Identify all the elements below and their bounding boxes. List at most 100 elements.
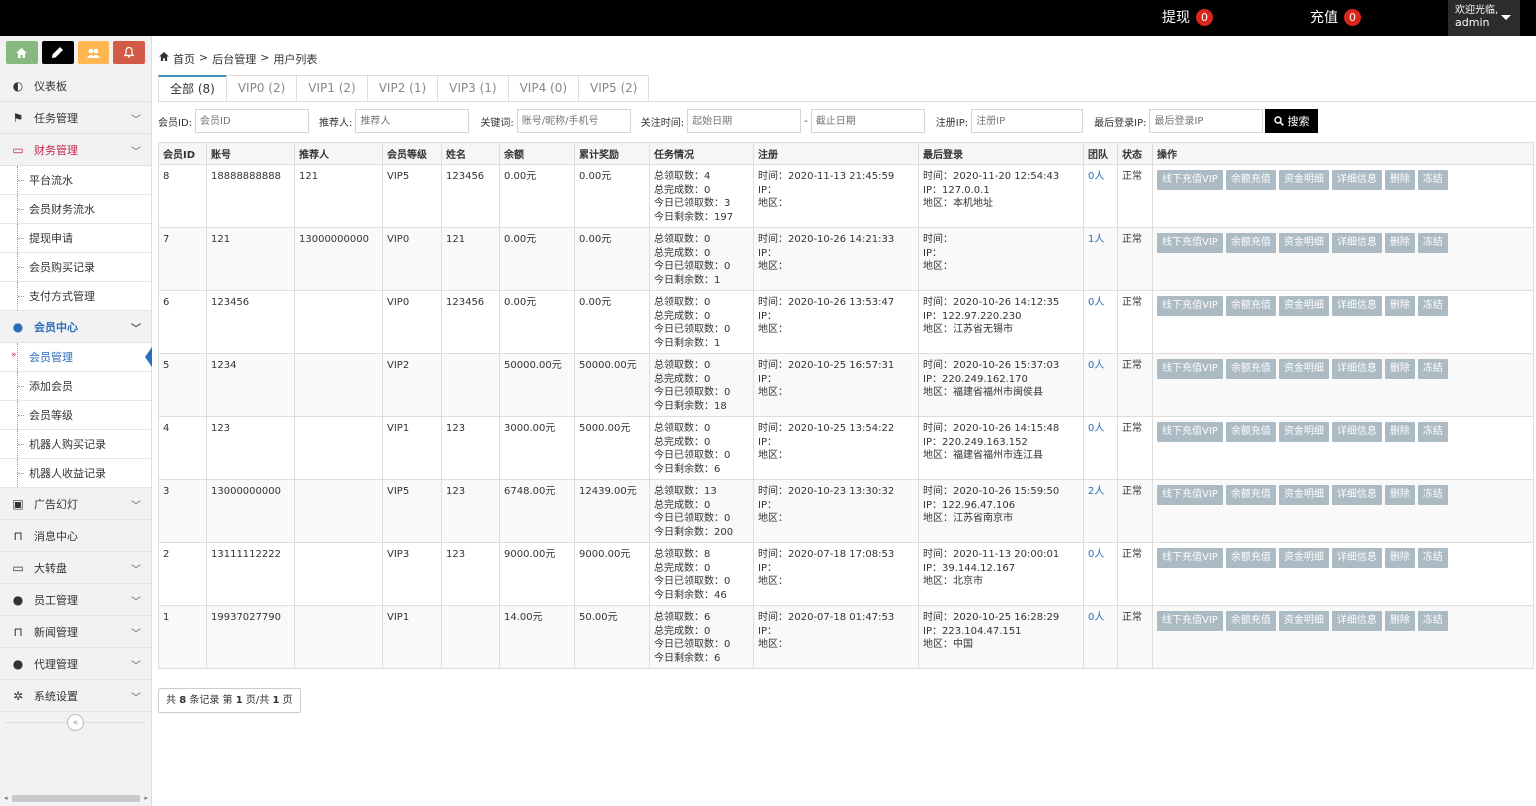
sidebar-item-add-member[interactable]: 添加会员 — [0, 372, 151, 401]
bell-shortcut-button[interactable] — [113, 41, 145, 64]
delete-button[interactable]: 删除 — [1384, 422, 1415, 442]
fund-detail-button[interactable]: 资金明细 — [1278, 170, 1329, 190]
nav-dashboard[interactable]: ◐ 仪表板 — [0, 70, 151, 102]
start-date-input[interactable] — [687, 109, 802, 133]
fund-detail-button[interactable]: 资金明细 — [1278, 611, 1329, 631]
delete-button[interactable]: 删除 — [1384, 170, 1415, 190]
sidebar-item-platform-flow[interactable]: 平台流水 — [0, 166, 151, 195]
freeze-button[interactable]: 冻结 — [1417, 296, 1448, 316]
end-date-input[interactable] — [810, 109, 925, 133]
team-link[interactable]: 0人 — [1088, 612, 1104, 623]
fund-detail-button[interactable]: 资金明细 — [1278, 422, 1329, 442]
sidebar-item-robot-purchases[interactable]: 机器人购买记录 — [0, 430, 151, 459]
team-link[interactable]: 2人 — [1088, 486, 1104, 497]
balance-recharge-button[interactable]: 余额充值 — [1225, 548, 1276, 568]
nav-task-mgmt[interactable]: ⚑ 任务管理 ﹀ — [0, 102, 151, 134]
tab-all[interactable]: 全部 (8) — [158, 75, 227, 102]
detail-info-button[interactable]: 详细信息 — [1331, 548, 1382, 568]
withdraw-button[interactable]: 提现 0 — [1162, 7, 1213, 27]
sidebar-item-robot-earnings[interactable]: 机器人收益记录 — [0, 459, 151, 488]
offline-vip-recharge-button[interactable]: 线下充值VIP — [1157, 233, 1223, 253]
balance-recharge-button[interactable]: 余额充值 — [1225, 170, 1276, 190]
sidebar-item-payment-methods[interactable]: 支付方式管理 — [0, 282, 151, 311]
scrollbar-thumb[interactable] — [12, 795, 140, 802]
fund-detail-button[interactable]: 资金明细 — [1278, 296, 1329, 316]
home-shortcut-button[interactable] — [6, 41, 38, 64]
sidebar-item-purchase-records[interactable]: 会员购买记录 — [0, 253, 151, 282]
scroll-left-arrow-icon[interactable]: ◂ — [4, 794, 8, 802]
detail-info-button[interactable]: 详细信息 — [1331, 170, 1382, 190]
sidebar-scrollbar[interactable]: ◂ ▸ — [4, 794, 148, 802]
nav-agents[interactable]: ● 代理管理 ﹀ — [0, 648, 151, 680]
fund-detail-button[interactable]: 资金明细 — [1278, 548, 1329, 568]
member-id-input[interactable] — [195, 109, 310, 133]
delete-button[interactable]: 删除 — [1384, 485, 1415, 505]
freeze-button[interactable]: 冻结 — [1417, 233, 1448, 253]
detail-info-button[interactable]: 详细信息 — [1331, 422, 1382, 442]
nav-news[interactable]: ⊓ 新闻管理 ﹀ — [0, 616, 151, 648]
delete-button[interactable]: 删除 — [1384, 359, 1415, 379]
offline-vip-recharge-button[interactable]: 线下充值VIP — [1157, 296, 1223, 316]
delete-button[interactable]: 删除 — [1384, 611, 1415, 631]
balance-recharge-button[interactable]: 余额充值 — [1225, 296, 1276, 316]
offline-vip-recharge-button[interactable]: 线下充值VIP — [1157, 170, 1223, 190]
detail-info-button[interactable]: 详细信息 — [1331, 233, 1382, 253]
team-link[interactable]: 0人 — [1088, 423, 1104, 434]
offline-vip-recharge-button[interactable]: 线下充值VIP — [1157, 359, 1223, 379]
keyword-input[interactable] — [516, 109, 631, 133]
edit-shortcut-button[interactable] — [41, 41, 74, 64]
balance-recharge-button[interactable]: 余额充值 — [1225, 485, 1276, 505]
nav-ads[interactable]: ▣ 广告幻灯 ﹀ — [0, 488, 151, 520]
tab-vip4[interactable]: VIP4 (0) — [507, 75, 580, 101]
sidebar-collapse-button[interactable]: « — [67, 714, 84, 731]
team-link[interactable]: 0人 — [1088, 171, 1104, 182]
freeze-button[interactable]: 冻结 — [1417, 611, 1448, 631]
detail-info-button[interactable]: 详细信息 — [1331, 296, 1382, 316]
balance-recharge-button[interactable]: 余额充值 — [1225, 422, 1276, 442]
freeze-button[interactable]: 冻结 — [1417, 170, 1448, 190]
last-ip-input[interactable] — [1149, 109, 1264, 133]
breadcrumb-home[interactable]: 首页 — [173, 51, 195, 67]
nav-wheel[interactable]: ▭ 大转盘 ﹀ — [0, 552, 151, 584]
team-link[interactable]: 0人 — [1088, 360, 1104, 371]
tab-vip0[interactable]: VIP0 (2) — [225, 75, 298, 101]
nav-member-center[interactable]: ● 会员中心 ﹀ — [0, 311, 151, 343]
sidebar-item-member-mgmt[interactable]: » 会员管理 — [0, 343, 152, 372]
fund-detail-button[interactable]: 资金明细 — [1278, 233, 1329, 253]
referrer-input[interactable] — [355, 109, 470, 133]
tab-vip2[interactable]: VIP2 (1) — [366, 75, 439, 101]
balance-recharge-button[interactable]: 余额充值 — [1225, 233, 1276, 253]
breadcrumb-admin[interactable]: 后台管理 — [212, 51, 256, 67]
fund-detail-button[interactable]: 资金明细 — [1278, 485, 1329, 505]
freeze-button[interactable]: 冻结 — [1417, 485, 1448, 505]
tab-vip3[interactable]: VIP3 (1) — [437, 75, 509, 101]
recharge-button[interactable]: 充值 0 — [1310, 7, 1361, 27]
reg-ip-input[interactable] — [971, 109, 1084, 133]
nav-messages[interactable]: ⊓ 消息中心 — [0, 520, 151, 552]
detail-info-button[interactable]: 详细信息 — [1331, 359, 1382, 379]
sidebar-item-member-levels[interactable]: 会员等级 — [0, 401, 151, 430]
offline-vip-recharge-button[interactable]: 线下充值VIP — [1157, 548, 1223, 568]
offline-vip-recharge-button[interactable]: 线下充值VIP — [1157, 485, 1223, 505]
nav-staff[interactable]: ● 员工管理 ﹀ — [0, 584, 151, 616]
freeze-button[interactable]: 冻结 — [1417, 548, 1448, 568]
fund-detail-button[interactable]: 资金明细 — [1278, 359, 1329, 379]
delete-button[interactable]: 删除 — [1384, 296, 1415, 316]
delete-button[interactable]: 删除 — [1384, 548, 1415, 568]
balance-recharge-button[interactable]: 余额充值 — [1225, 359, 1276, 379]
search-button[interactable]: 搜索 — [1265, 109, 1319, 133]
offline-vip-recharge-button[interactable]: 线下充值VIP — [1157, 611, 1223, 631]
team-link[interactable]: 0人 — [1088, 297, 1104, 308]
freeze-button[interactable]: 冻结 — [1417, 422, 1448, 442]
team-link[interactable]: 0人 — [1088, 549, 1104, 560]
user-menu[interactable]: 欢迎光临, admin — [1448, 0, 1520, 36]
detail-info-button[interactable]: 详细信息 — [1331, 611, 1382, 631]
team-link[interactable]: 1人 — [1088, 234, 1104, 245]
offline-vip-recharge-button[interactable]: 线下充值VIP — [1157, 422, 1223, 442]
balance-recharge-button[interactable]: 余额充值 — [1225, 611, 1276, 631]
tab-vip5[interactable]: VIP5 (2) — [578, 75, 650, 101]
sidebar-item-withdraw-requests[interactable]: 提现申请 — [0, 224, 151, 253]
nav-finance-mgmt[interactable]: ▭ 财务管理 ﹀ — [0, 134, 151, 166]
delete-button[interactable]: 删除 — [1384, 233, 1415, 253]
scroll-right-arrow-icon[interactable]: ▸ — [144, 794, 148, 802]
